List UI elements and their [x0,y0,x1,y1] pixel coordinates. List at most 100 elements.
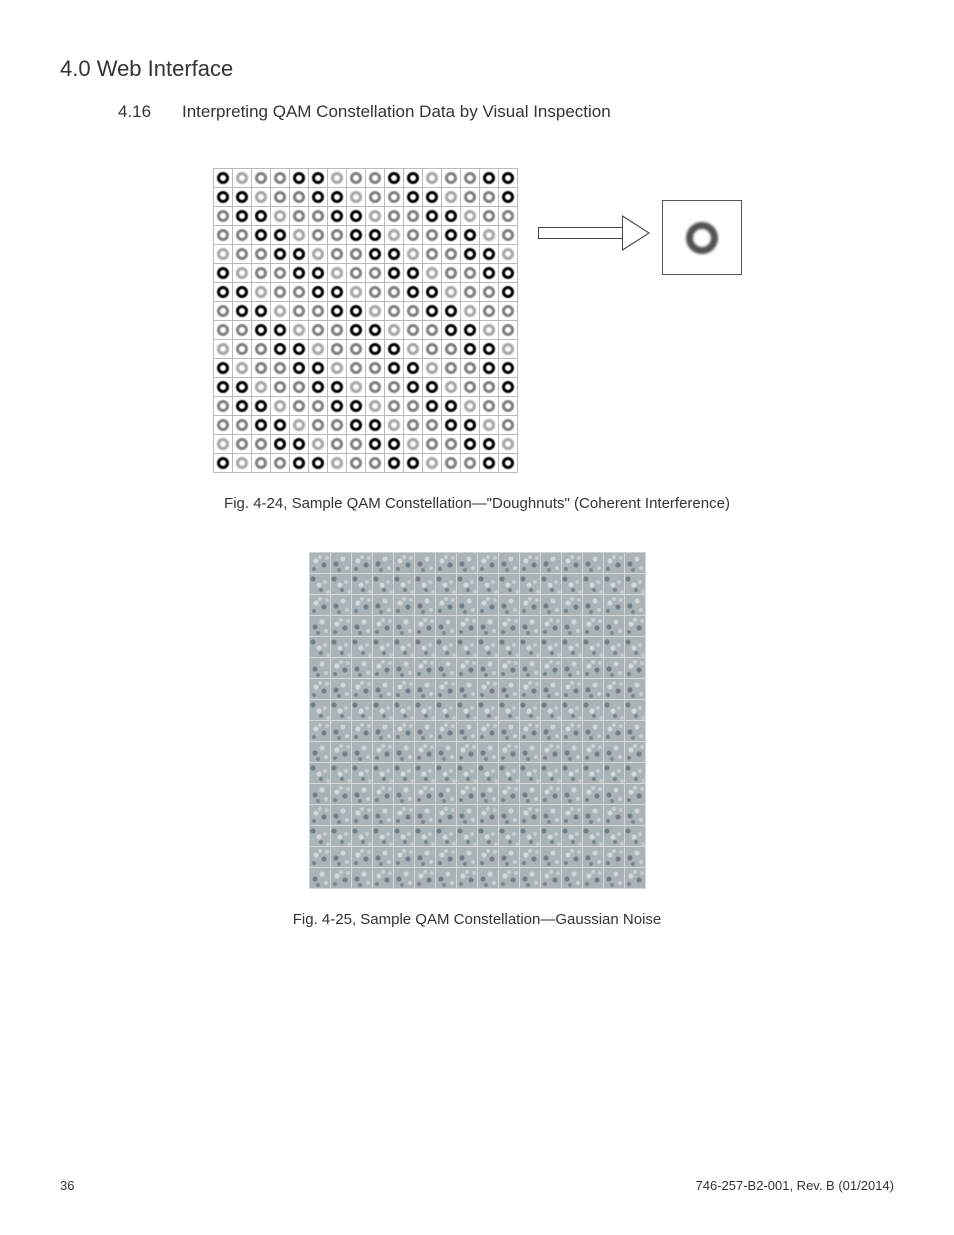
gaussian-cell [352,658,373,679]
constellation-cell [233,321,252,340]
gaussian-cell [352,700,373,721]
constellation-cell [499,245,518,264]
doughnut-point [274,210,286,222]
constellation-cell [385,321,404,340]
constellation-cell [423,302,442,321]
constellation-cell [252,188,271,207]
gaussian-cell [310,658,331,679]
doughnut-point [255,191,267,203]
constellation-cell [461,207,480,226]
figure-4-25-caption: Fig. 4-25, Sample QAM Constellation—Gaus… [293,911,662,928]
constellation-cell [366,416,385,435]
gaussian-cell [562,616,583,637]
gaussian-cell [541,847,562,868]
gaussian-cell [604,763,625,784]
gaussian-cell [478,679,499,700]
constellation-cell [252,169,271,188]
constellation-cell [385,283,404,302]
gaussian-cell [331,763,352,784]
constellation-cell [233,416,252,435]
constellation-cell [290,340,309,359]
doughnut-point [369,457,381,469]
gaussian-cell [604,826,625,847]
constellation-cell [309,207,328,226]
gaussian-cell [499,616,520,637]
constellation-cell [233,435,252,454]
doughnut-point [407,286,419,298]
doughnut-point [236,172,248,184]
constellation-cell [480,302,499,321]
gaussian-cell [625,553,646,574]
gaussian-cell [331,868,352,889]
constellation-cell [404,397,423,416]
constellation-cell [271,416,290,435]
gaussian-cell [478,574,499,595]
gaussian-cell [625,721,646,742]
constellation-cell [461,226,480,245]
constellation-grid-doughnuts [213,168,518,473]
gaussian-cell [310,721,331,742]
gaussian-cell [625,805,646,826]
doughnut-point [312,191,324,203]
doughnut-point [350,305,362,317]
gaussian-cell [562,742,583,763]
gaussian-cell [541,742,562,763]
doughnut-point [407,324,419,336]
gaussian-cell [394,868,415,889]
doughnut-point [369,267,381,279]
constellation-cell [442,454,461,473]
gaussian-cell [415,574,436,595]
doughnut-point [331,305,343,317]
gaussian-cell [604,742,625,763]
constellation-cell [499,340,518,359]
gaussian-cell [541,553,562,574]
doughnut-point [483,324,495,336]
constellation-cell [309,302,328,321]
constellation-cell [328,188,347,207]
doughnut-point [274,248,286,260]
doughnut-point [274,286,286,298]
constellation-cell [385,454,404,473]
doughnut-point [426,362,438,374]
gaussian-cell [436,868,457,889]
constellation-cell [442,188,461,207]
constellation-cell [328,283,347,302]
doughnut-point [350,229,362,241]
doughnut-point [369,400,381,412]
constellation-cell [290,226,309,245]
gaussian-cell [310,595,331,616]
gaussian-cell [499,826,520,847]
doughnut-point [350,267,362,279]
doughnut-point [502,343,514,355]
gaussian-cell [373,763,394,784]
constellation-cell [347,435,366,454]
constellation-cell [214,416,233,435]
constellation-cell [385,359,404,378]
gaussian-cell [499,574,520,595]
doughnut-point [369,191,381,203]
doughnut-point [255,229,267,241]
doughnut-point [445,267,457,279]
doughnut-point [217,381,229,393]
gaussian-cell [310,574,331,595]
gaussian-cell [457,805,478,826]
constellation-cell [461,245,480,264]
doughnut-point [464,457,476,469]
doughnut-icon [686,222,718,254]
doughnut-point [388,419,400,431]
doughnut-point [350,457,362,469]
gaussian-cell [583,763,604,784]
constellation-cell [423,378,442,397]
gaussian-cell [625,637,646,658]
constellation-cell [271,207,290,226]
constellation-cell [214,302,233,321]
constellation-cell [309,188,328,207]
constellation-cell [347,397,366,416]
doughnut-point [274,457,286,469]
gaussian-cell [352,574,373,595]
constellation-cell [347,207,366,226]
doughnut-point [445,210,457,222]
gaussian-cell [394,805,415,826]
doughnut-point [502,229,514,241]
constellation-cell [366,264,385,283]
